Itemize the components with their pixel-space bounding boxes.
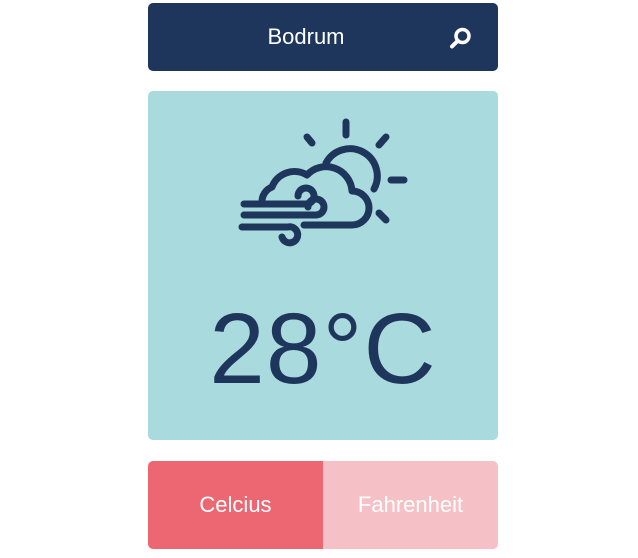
city-name[interactable]: Bodrum [148, 3, 498, 71]
weather-widget: Bodrum 28°C Celcius Fahrenheit [148, 3, 498, 549]
celsius-button[interactable]: Celcius [148, 461, 323, 549]
unit-toggle: Celcius Fahrenheit [148, 461, 498, 549]
search-icon[interactable] [449, 26, 473, 50]
search-bar[interactable]: Bodrum [148, 3, 498, 71]
fahrenheit-button[interactable]: Fahrenheit [323, 461, 498, 549]
partly-cloudy-windy-icon [238, 118, 408, 247]
weather-card: 28°C [148, 91, 498, 440]
search-button[interactable] [449, 26, 473, 50]
temperature-readout: 28°C [209, 293, 437, 405]
